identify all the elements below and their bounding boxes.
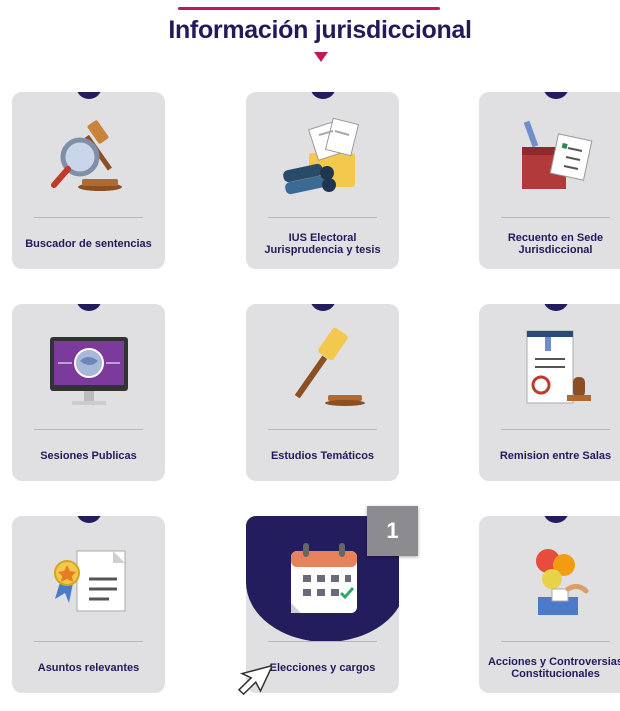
card-divider bbox=[268, 641, 377, 642]
card-divider bbox=[34, 641, 143, 642]
page-title: Información jurisdiccional bbox=[168, 16, 472, 44]
gavel-magnifier-icon bbox=[12, 106, 165, 206]
card-recuento-sede[interactable]: Recuento en Sede Jurisdiccional bbox=[479, 92, 620, 269]
card-notch bbox=[76, 304, 102, 311]
mouse-pointer-icon bbox=[232, 656, 274, 711]
card-divider bbox=[501, 217, 610, 218]
ballot-box-checklist-icon bbox=[479, 106, 620, 206]
card-divider bbox=[501, 641, 610, 642]
card-label: Estudios Temáticos bbox=[270, 450, 375, 462]
card-notch bbox=[310, 304, 336, 311]
certificate-ribbon-icon bbox=[12, 530, 165, 630]
card-buscador-sentencias[interactable]: Buscador de sentencias bbox=[12, 92, 165, 269]
card-divider bbox=[501, 429, 610, 430]
card-notch bbox=[310, 92, 336, 99]
card-label: Acciones y Controversias Constitucionale… bbox=[487, 656, 620, 680]
title-triangle-icon bbox=[314, 52, 328, 62]
binoculars-documents-icon bbox=[246, 106, 399, 206]
card-notch bbox=[543, 92, 569, 99]
card-asuntos-relevantes[interactable]: Asuntos relevantes bbox=[12, 516, 165, 693]
card-divider bbox=[34, 217, 143, 218]
monitor-globe-icon bbox=[12, 318, 165, 418]
card-notch bbox=[543, 304, 569, 311]
card-notch bbox=[543, 516, 569, 523]
vote-speech-bubbles-icon bbox=[479, 530, 620, 630]
card-notch bbox=[76, 516, 102, 523]
header-accent-line bbox=[178, 7, 440, 10]
card-estudios-tematicos[interactable]: Estudios Temáticos bbox=[246, 304, 399, 481]
card-sesiones-publicas[interactable]: Sesiones Publicas bbox=[12, 304, 165, 481]
card-label: IUS Electoral Jurisprudencia y tesis bbox=[264, 232, 381, 256]
card-ius-electoral[interactable]: IUS Electoral Jurisprudencia y tesis bbox=[246, 92, 399, 269]
card-label: Buscador de sentencias bbox=[25, 238, 152, 250]
card-remision-salas[interactable]: Remision entre Salas bbox=[479, 304, 620, 481]
card-divider bbox=[34, 429, 143, 430]
gavel-icon bbox=[246, 318, 399, 418]
card-divider bbox=[268, 217, 377, 218]
step-number-badge: 1 bbox=[367, 506, 418, 556]
card-divider bbox=[268, 429, 377, 430]
card-notch bbox=[76, 92, 102, 99]
card-label: Asuntos relevantes bbox=[37, 662, 140, 674]
document-stamp-icon bbox=[479, 318, 620, 418]
card-label: Remision entre Salas bbox=[499, 450, 612, 462]
card-label: Recuento en Sede Jurisdiccional bbox=[507, 232, 604, 256]
card-acciones-controversias[interactable]: Acciones y Controversias Constitucionale… bbox=[479, 516, 620, 693]
card-label: Sesiones Publicas bbox=[40, 450, 137, 462]
